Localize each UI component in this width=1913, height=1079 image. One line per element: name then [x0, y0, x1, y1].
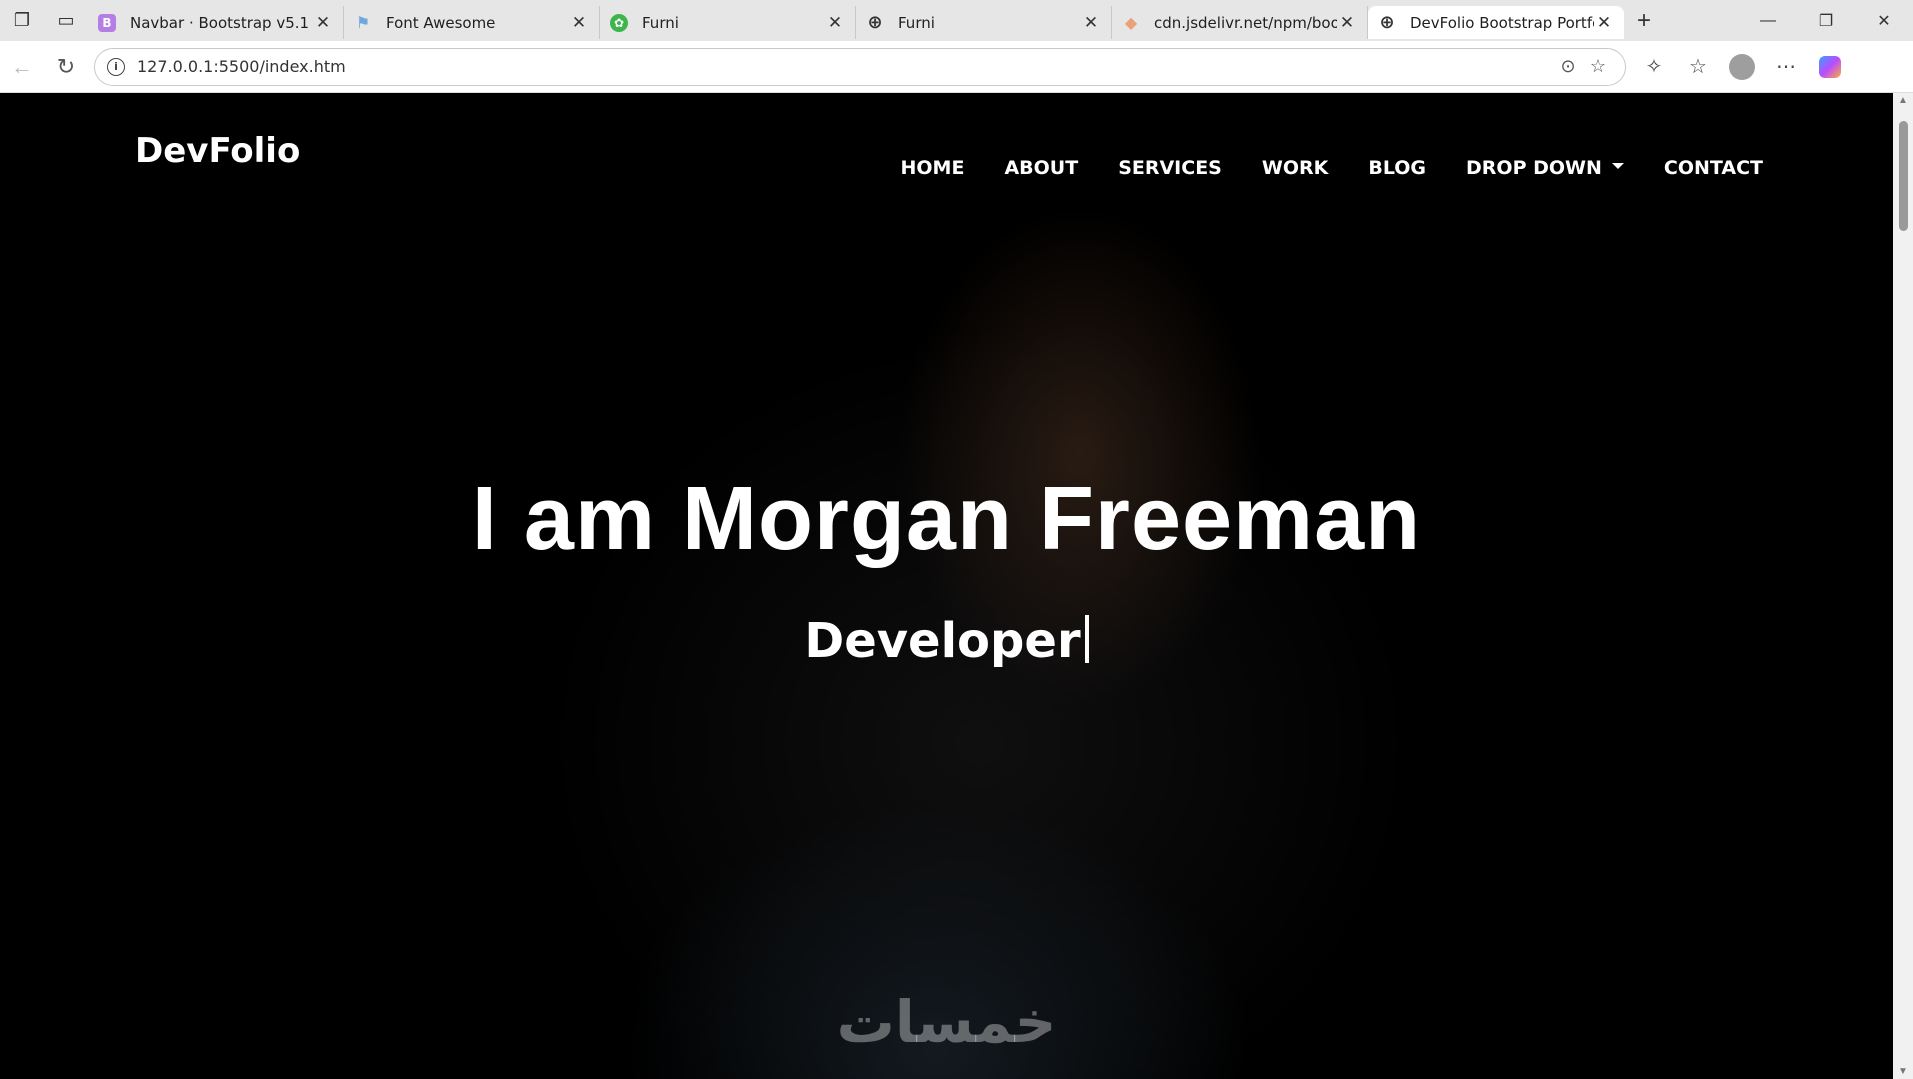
address-url[interactable]: 127.0.0.1:5500/index.htm	[137, 57, 1553, 76]
shield-favicon-icon: ◆	[1124, 13, 1138, 32]
close-tab-icon[interactable]: ✕	[569, 13, 589, 33]
favorites-icon[interactable]: ☆	[1676, 47, 1720, 87]
globe-icon: ⊕	[1379, 12, 1395, 33]
browser-tab[interactable]: B Navbar · Bootstrap v5.1 ✕	[88, 6, 344, 39]
nav-work[interactable]: WORK	[1262, 157, 1328, 179]
restore-icon[interactable]: ❐	[1797, 0, 1855, 41]
tab-title: Furni	[642, 13, 679, 32]
copilot-icon[interactable]	[1819, 55, 1841, 78]
browser-toolbar: ← ↻ i 127.0.0.1:5500/index.htm ⊙ ☆ ✧ ☆ ⋯	[0, 41, 1913, 93]
read-aloud-icon[interactable]: ⊙	[1553, 56, 1583, 77]
close-tab-icon[interactable]: ✕	[1594, 13, 1614, 33]
profile-avatar-icon[interactable]	[1729, 53, 1755, 80]
nav-contact[interactable]: CONTACT	[1664, 157, 1763, 179]
close-window-icon[interactable]: ✕	[1855, 0, 1913, 41]
vertical-tabs-icon[interactable]: ▭	[44, 0, 88, 41]
window-controls: — ❐ ✕	[1739, 0, 1913, 41]
site-info-icon[interactable]: i	[107, 57, 125, 76]
hero-title: I am Morgan Freeman	[471, 469, 1422, 569]
globe-icon: ⊕	[867, 12, 883, 33]
extensions-icon[interactable]: ✧	[1632, 47, 1676, 87]
browser-tab[interactable]: ⚑ Font Awesome ✕	[344, 6, 600, 39]
tab-title: cdn.jsdelivr.net/npm/boots	[1154, 13, 1337, 32]
typing-cursor	[1084, 615, 1089, 663]
nav-dropdown-label: DROP DOWN	[1466, 157, 1602, 179]
typed-text: Developer	[804, 613, 1081, 669]
scroll-up-arrow-icon[interactable]: ▲	[1893, 95, 1913, 106]
nav-about[interactable]: ABOUT	[1004, 157, 1078, 179]
hero-overlay	[0, 93, 1893, 1079]
close-tab-icon[interactable]: ✕	[1337, 13, 1357, 33]
browser-tab-active[interactable]: ⊕ DevFolio Bootstrap Portfoli ✕	[1368, 6, 1624, 39]
minimize-icon[interactable]: —	[1739, 0, 1797, 41]
address-bar[interactable]: i 127.0.0.1:5500/index.htm ⊙ ☆	[94, 47, 1626, 86]
browser-tab[interactable]: ✿ Furni ✕	[600, 6, 856, 39]
tab-strip: ❐ ▭ B Navbar · Bootstrap v5.1 ✕ ⚑ Font A…	[0, 0, 1913, 41]
browser-tab[interactable]: ◆ cdn.jsdelivr.net/npm/boots ✕	[1112, 6, 1368, 39]
tab-title: Furni	[898, 13, 935, 32]
hero-subtitle: Developer	[0, 613, 1893, 669]
close-tab-icon[interactable]: ✕	[1081, 13, 1101, 33]
brand-logo[interactable]: DevFolio	[135, 131, 300, 171]
close-tab-icon[interactable]: ✕	[825, 13, 845, 33]
nav-blog[interactable]: BLOG	[1368, 157, 1426, 179]
furni-favicon-icon: ✿	[610, 13, 628, 32]
page-scrollbar[interactable]: ▲ ▼	[1893, 93, 1913, 1079]
close-tab-icon[interactable]: ✕	[313, 13, 333, 33]
new-tab-button[interactable]: +	[1624, 0, 1664, 41]
bootstrap-favicon-icon: B	[98, 13, 116, 32]
scrollbar-thumb[interactable]	[1899, 121, 1908, 231]
tab-title: Navbar · Bootstrap v5.1	[130, 13, 310, 32]
caret-down-icon	[1611, 162, 1624, 169]
nav-menu: HOME ABOUT SERVICES WORK BLOG DROP DOWN …	[861, 157, 1764, 179]
workspaces-icon[interactable]: ❐	[0, 0, 44, 41]
tab-title: DevFolio Bootstrap Portfoli	[1410, 13, 1594, 32]
back-arrow-icon[interactable]: ←	[0, 47, 44, 87]
nav-services[interactable]: SERVICES	[1118, 157, 1222, 179]
nav-dropdown[interactable]: DROP DOWN	[1466, 157, 1624, 179]
reload-icon[interactable]: ↻	[44, 47, 88, 87]
scroll-down-arrow-icon[interactable]: ▼	[1893, 1066, 1913, 1077]
nav-home[interactable]: HOME	[901, 157, 965, 179]
page-viewport: DevFolio HOME ABOUT SERVICES WORK BLOG D…	[0, 93, 1893, 1079]
more-options-icon[interactable]: ⋯	[1764, 47, 1808, 87]
watermark-logo: خمسات	[836, 988, 1057, 1056]
site-navbar: DevFolio HOME ABOUT SERVICES WORK BLOG D…	[0, 93, 1893, 207]
favorite-star-icon[interactable]: ☆	[1583, 56, 1613, 77]
tab-title: Font Awesome	[386, 13, 496, 32]
font-awesome-flag-icon: ⚑	[355, 13, 371, 32]
browser-tab[interactable]: ⊕ Furni ✕	[856, 6, 1112, 39]
